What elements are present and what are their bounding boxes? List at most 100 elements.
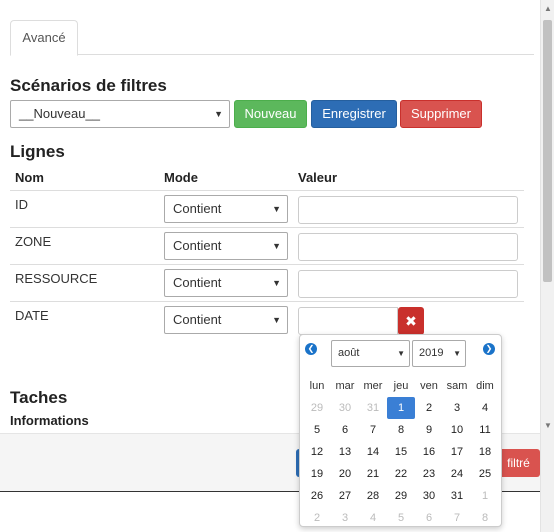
calendar-day[interactable]: 5	[387, 507, 415, 529]
tasks-subtitle: Informations	[10, 413, 89, 428]
mode-select-zone[interactable]: Contient ▼	[164, 232, 288, 260]
calendar-day[interactable]: 7	[359, 419, 387, 441]
calendar-day[interactable]: 16	[415, 441, 443, 463]
scenario-select[interactable]: __Nouveau__ ▼	[10, 100, 230, 128]
calendar-day[interactable]: 1	[471, 485, 499, 507]
scrollbar-thumb[interactable]	[543, 20, 552, 282]
weekday-label: mar	[335, 380, 355, 392]
chevron-down-icon: ▼	[214, 109, 223, 119]
tasks-title: Taches	[10, 388, 68, 407]
calendar-day[interactable]: 29	[387, 485, 415, 507]
row-name-id: ID	[15, 197, 28, 212]
mode-select-value: Contient	[173, 312, 222, 327]
calendar-day[interactable]: 19	[303, 463, 331, 485]
row-divider	[10, 227, 524, 228]
mode-select-resource[interactable]: Contient ▼	[164, 269, 288, 297]
close-icon: ✖	[405, 313, 417, 329]
calendar-day[interactable]: 29	[303, 397, 331, 419]
filter-button[interactable]: filtré	[497, 449, 540, 477]
calendar-day[interactable]: 22	[387, 463, 415, 485]
calendar-day[interactable]: 14	[359, 441, 387, 463]
weekday-label: lun	[309, 380, 325, 392]
calendar-day[interactable]: 20	[331, 463, 359, 485]
value-input-zone[interactable]	[298, 233, 518, 261]
calendar-day[interactable]: 18	[471, 441, 499, 463]
mode-select-value: Contient	[173, 201, 222, 216]
delete-button[interactable]: Supprimer	[400, 100, 482, 128]
clear-date-button[interactable]: ✖	[398, 307, 424, 335]
mode-select-value: Contient	[173, 275, 222, 290]
tab-advanced[interactable]: Avancé	[10, 20, 78, 56]
calendar-day[interactable]: 12	[303, 441, 331, 463]
row-divider	[10, 190, 524, 191]
calendar-day[interactable]: 7	[443, 507, 471, 529]
year-select-value: 2019	[419, 347, 444, 359]
mode-select-id[interactable]: Contient ▼	[164, 195, 288, 223]
month-select-value: août	[338, 347, 360, 359]
calendar-day[interactable]: 1	[387, 397, 415, 419]
chevron-down-icon: ▼	[397, 349, 405, 358]
calendar-day[interactable]: 8	[387, 419, 415, 441]
weekday-label: sam	[446, 380, 468, 392]
mode-select-value: Contient	[173, 238, 222, 253]
scenarios-title: Scénarios de filtres	[10, 76, 167, 95]
scroll-down-icon[interactable]: ▼	[544, 421, 552, 430]
calendar-day[interactable]: 24	[443, 463, 471, 485]
scroll-up-icon[interactable]: ▲	[544, 4, 552, 13]
calendar-day[interactable]: 17	[443, 441, 471, 463]
calendar-day[interactable]: 5	[303, 419, 331, 441]
calendar-day[interactable]: 28	[359, 485, 387, 507]
row-divider	[10, 301, 524, 302]
column-header-mode: Mode	[164, 170, 198, 185]
prev-month-icon[interactable]: ❮	[305, 343, 317, 355]
weekday-label: dim	[476, 380, 494, 392]
vertical-scrollbar[interactable]: ▲ ▼	[540, 0, 554, 532]
calendar-day[interactable]: 21	[359, 463, 387, 485]
chevron-down-icon: ▼	[272, 278, 281, 288]
calendar-day[interactable]: 2	[303, 507, 331, 529]
scenario-select-value: __Nouveau__	[19, 106, 100, 121]
chevron-down-icon: ▼	[453, 349, 461, 358]
calendar-day[interactable]: 6	[331, 419, 359, 441]
calendar-day[interactable]: 10	[443, 419, 471, 441]
year-select[interactable]: 2019 ▼	[412, 340, 466, 367]
weekday-label: mer	[363, 380, 383, 392]
calendar-day[interactable]: 27	[331, 485, 359, 507]
datepicker: ❮ août ▼ 2019 ▼ ❯ lun mar mer jeu ven sam dim 2…	[299, 334, 502, 527]
calendar-day[interactable]: 4	[471, 397, 499, 419]
calendar-day[interactable]: 23	[415, 463, 443, 485]
column-header-value: Valeur	[298, 170, 338, 185]
calendar-day[interactable]: 6	[415, 507, 443, 529]
value-input-resource[interactable]	[298, 270, 518, 298]
calendar-day[interactable]: 31	[443, 485, 471, 507]
row-name-zone: ZONE	[15, 234, 52, 249]
calendar-day[interactable]: 9	[415, 419, 443, 441]
calendar-day[interactable]: 2	[415, 397, 443, 419]
calendar-day[interactable]: 30	[415, 485, 443, 507]
save-button[interactable]: Enregistrer	[311, 100, 397, 128]
calendar-day[interactable]: 8	[471, 507, 499, 529]
calendar-day[interactable]: 25	[471, 463, 499, 485]
calendar-day[interactable]: 30	[331, 397, 359, 419]
chevron-down-icon: ▼	[272, 315, 281, 325]
calendar-day[interactable]: 15	[387, 441, 415, 463]
calendar-day[interactable]: 31	[359, 397, 387, 419]
calendar-day[interactable]: 11	[471, 419, 499, 441]
next-month-icon[interactable]: ❯	[483, 343, 495, 355]
mode-select-date[interactable]: Contient ▼	[164, 306, 288, 334]
date-input[interactable]	[298, 307, 398, 335]
tab-bar: Avancé	[10, 20, 534, 56]
value-input-id[interactable]	[298, 196, 518, 224]
calendar-day[interactable]: 13	[331, 441, 359, 463]
month-select[interactable]: août ▼	[331, 340, 410, 367]
row-name-date: DATE	[15, 308, 49, 323]
calendar-day[interactable]: 26	[303, 485, 331, 507]
column-header-name: Nom	[15, 170, 44, 185]
calendar-day[interactable]: 4	[359, 507, 387, 529]
row-name-resource: RESSOURCE	[15, 271, 98, 286]
weekday-label: ven	[420, 380, 438, 392]
calendar-day[interactable]: 3	[331, 507, 359, 529]
new-button[interactable]: Nouveau	[234, 100, 307, 128]
chevron-down-icon: ▼	[272, 204, 281, 214]
calendar-day[interactable]: 3	[443, 397, 471, 419]
